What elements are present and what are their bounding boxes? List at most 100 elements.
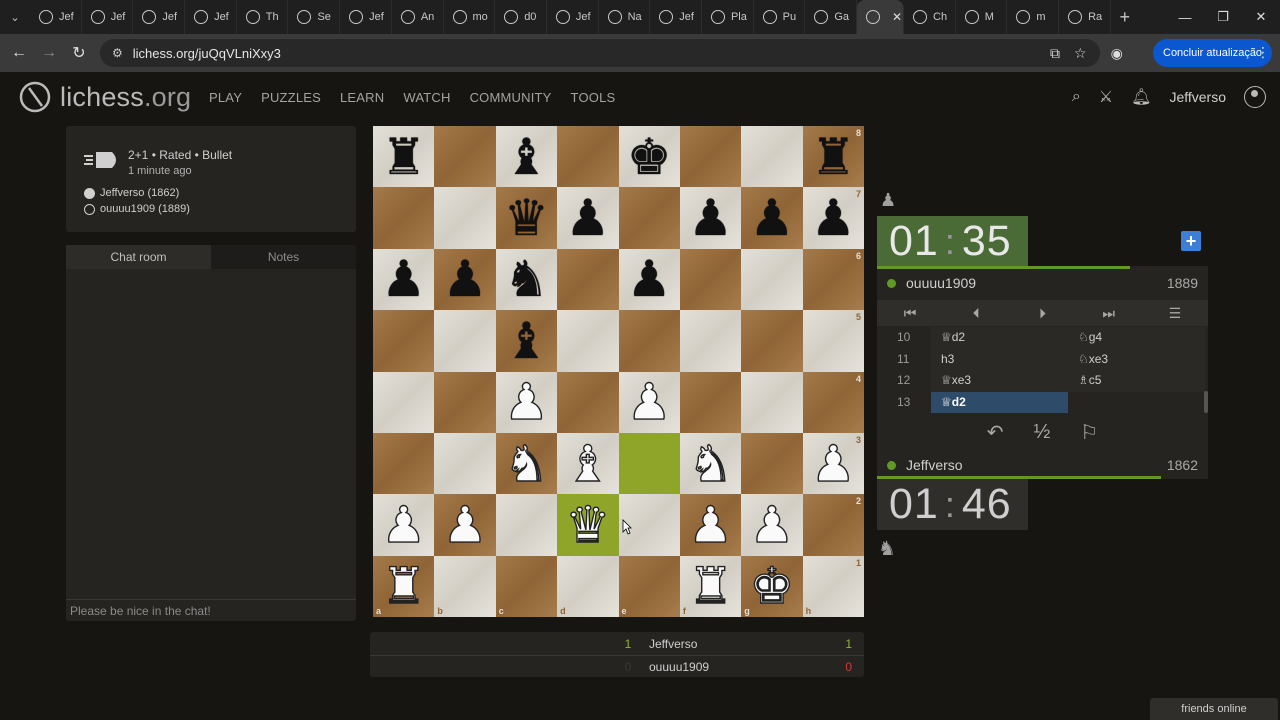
browser-tab[interactable]: Pla — [702, 0, 754, 34]
maximize-button[interactable]: ❐ — [1204, 0, 1242, 34]
square-a2[interactable]: ♟ — [373, 494, 435, 556]
square-c1[interactable]: c — [495, 555, 558, 617]
square-h7[interactable]: ♟ 7 — [802, 187, 864, 249]
square-c2[interactable] — [495, 494, 558, 556]
square-g7[interactable]: ♟ — [741, 187, 803, 249]
friends-online-button[interactable]: friends online — [1150, 698, 1278, 720]
nav-watch[interactable]: WATCH — [403, 90, 450, 105]
black-pawn-piece[interactable]: ♟ — [811, 193, 856, 243]
browser-tab[interactable]: mo — [444, 0, 496, 34]
square-g2[interactable]: ♟ — [741, 494, 803, 556]
profile-icon[interactable]: ◉ — [1111, 45, 1123, 62]
first-move-icon[interactable]: ⏮ — [877, 300, 943, 326]
white-knight-piece[interactable]: ♞ — [503, 438, 549, 489]
white-pawn-piece[interactable]: ♟ — [626, 376, 672, 427]
user-avatar-icon[interactable] — [1244, 86, 1266, 108]
close-window-button[interactable]: ✕ — [1242, 0, 1280, 34]
white-move[interactable]: ♕xe3 — [931, 370, 1068, 392]
square-b7[interactable] — [434, 187, 496, 249]
last-move-icon[interactable]: ⏭ — [1076, 300, 1142, 326]
white-pawn-piece[interactable]: ♟ — [503, 376, 549, 427]
browser-tab[interactable]: Jef — [82, 0, 134, 34]
white-move[interactable]: ♕d2 — [931, 327, 1068, 349]
next-move-icon[interactable]: ⏵ — [1009, 300, 1075, 326]
black-bishop-piece[interactable]: ♝ — [504, 316, 549, 366]
black-king-piece[interactable]: ♚ — [627, 132, 672, 182]
username-link[interactable]: Jeffverso — [1169, 89, 1226, 105]
square-a1[interactable]: ♜ a — [373, 555, 435, 617]
browser-tab[interactable]: Jef — [547, 0, 599, 34]
black-pawn-piece[interactable]: ♟ — [443, 254, 488, 304]
square-d6[interactable] — [557, 248, 619, 311]
browser-tab[interactable]: Jef — [650, 0, 702, 34]
white-player-entry[interactable]: Jeffverso (1862) — [84, 187, 179, 199]
white-pawn-piece[interactable]: ♟ — [442, 499, 488, 550]
square-e7[interactable] — [618, 187, 680, 249]
square-b6[interactable]: ♟ — [434, 248, 496, 311]
square-g5[interactable] — [741, 310, 803, 372]
square-f2[interactable]: ♟ — [679, 494, 742, 556]
square-g8[interactable] — [741, 126, 803, 188]
update-button[interactable]: Concluir atualização — [1153, 39, 1273, 67]
white-knight-piece[interactable]: ♞ — [687, 438, 733, 489]
square-f3[interactable]: ♞ — [679, 432, 742, 495]
square-h6[interactable]: 6 — [802, 248, 864, 311]
square-f7[interactable]: ♟ — [679, 187, 742, 249]
black-player-entry[interactable]: ouuuu1909 (1889) — [84, 203, 190, 215]
forward-button[interactable]: → — [34, 44, 64, 62]
square-a7[interactable] — [373, 187, 435, 249]
browser-tab[interactable]: An — [392, 0, 444, 34]
close-tab-icon[interactable]: ✕ — [892, 10, 902, 24]
install-app-icon[interactable]: ⧉ — [1050, 45, 1060, 62]
square-f5[interactable] — [679, 310, 742, 372]
square-e1[interactable]: e — [618, 555, 680, 617]
square-h8[interactable]: ♜ 8 — [802, 126, 864, 188]
tab-search-button[interactable]: ⌄ — [0, 0, 30, 34]
square-f6[interactable] — [679, 248, 742, 311]
black-move[interactable]: ♗c5 — [1068, 370, 1205, 392]
square-c6[interactable]: ♞ — [495, 248, 558, 311]
square-e4[interactable]: ♟ — [618, 371, 680, 433]
square-d7[interactable]: ♟ — [557, 187, 619, 249]
square-h3[interactable]: ♟ 3 — [802, 432, 864, 495]
black-queen-piece[interactable]: ♛ — [504, 193, 549, 243]
nav-learn[interactable]: LEARN — [340, 90, 384, 105]
browser-tab[interactable]: Pu — [754, 0, 806, 34]
square-c3[interactable]: ♞ — [495, 432, 558, 495]
nav-community[interactable]: COMMUNITY — [470, 90, 552, 105]
browser-tab[interactable]: Jef — [185, 0, 237, 34]
browser-tab[interactable]: Ra — [1059, 0, 1111, 34]
square-a4[interactable] — [373, 371, 435, 433]
square-b4[interactable] — [434, 371, 496, 433]
square-g3[interactable] — [741, 432, 803, 495]
white-queen-piece[interactable]: ♛ — [565, 499, 611, 550]
black-pawn-piece[interactable]: ♟ — [627, 254, 672, 304]
black-move[interactable]: ♘xe3 — [1068, 348, 1205, 370]
square-f4[interactable] — [679, 371, 742, 433]
square-h2[interactable]: 2 — [802, 494, 864, 556]
black-move[interactable]: ♘g4 — [1068, 327, 1205, 349]
square-f1[interactable]: ♜ f — [679, 555, 742, 617]
black-pawn-piece[interactable]: ♟ — [750, 193, 795, 243]
square-e5[interactable] — [618, 310, 680, 372]
browser-tab[interactable]: Jef — [340, 0, 392, 34]
browser-tab[interactable]: Se — [288, 0, 341, 34]
square-c7[interactable]: ♛ — [495, 187, 558, 249]
white-rook-piece[interactable]: ♜ — [381, 561, 427, 612]
new-tab-button[interactable]: + — [1111, 7, 1139, 28]
white-pawn-piece[interactable]: ♟ — [381, 499, 427, 550]
square-a3[interactable] — [373, 432, 435, 495]
square-d8[interactable] — [557, 126, 619, 188]
browser-tab[interactable]: Jef — [30, 0, 82, 34]
black-bishop-piece[interactable]: ♝ — [504, 132, 549, 182]
square-e8[interactable]: ♚ — [618, 126, 680, 188]
square-g6[interactable] — [741, 248, 803, 311]
resign-flag-icon[interactable]: ⚐ — [1080, 420, 1098, 445]
bell-notifications-icon[interactable]: 🔔︎ — [1131, 87, 1151, 107]
tab-chat-room[interactable]: Chat room — [66, 245, 211, 269]
square-a8[interactable]: ♜ — [373, 126, 435, 188]
square-d3[interactable]: ♝ — [557, 432, 619, 495]
bookmark-star-icon[interactable]: ☆ — [1074, 45, 1087, 62]
square-b2[interactable]: ♟ — [434, 494, 496, 556]
white-king-piece[interactable]: ♚ — [749, 561, 795, 612]
